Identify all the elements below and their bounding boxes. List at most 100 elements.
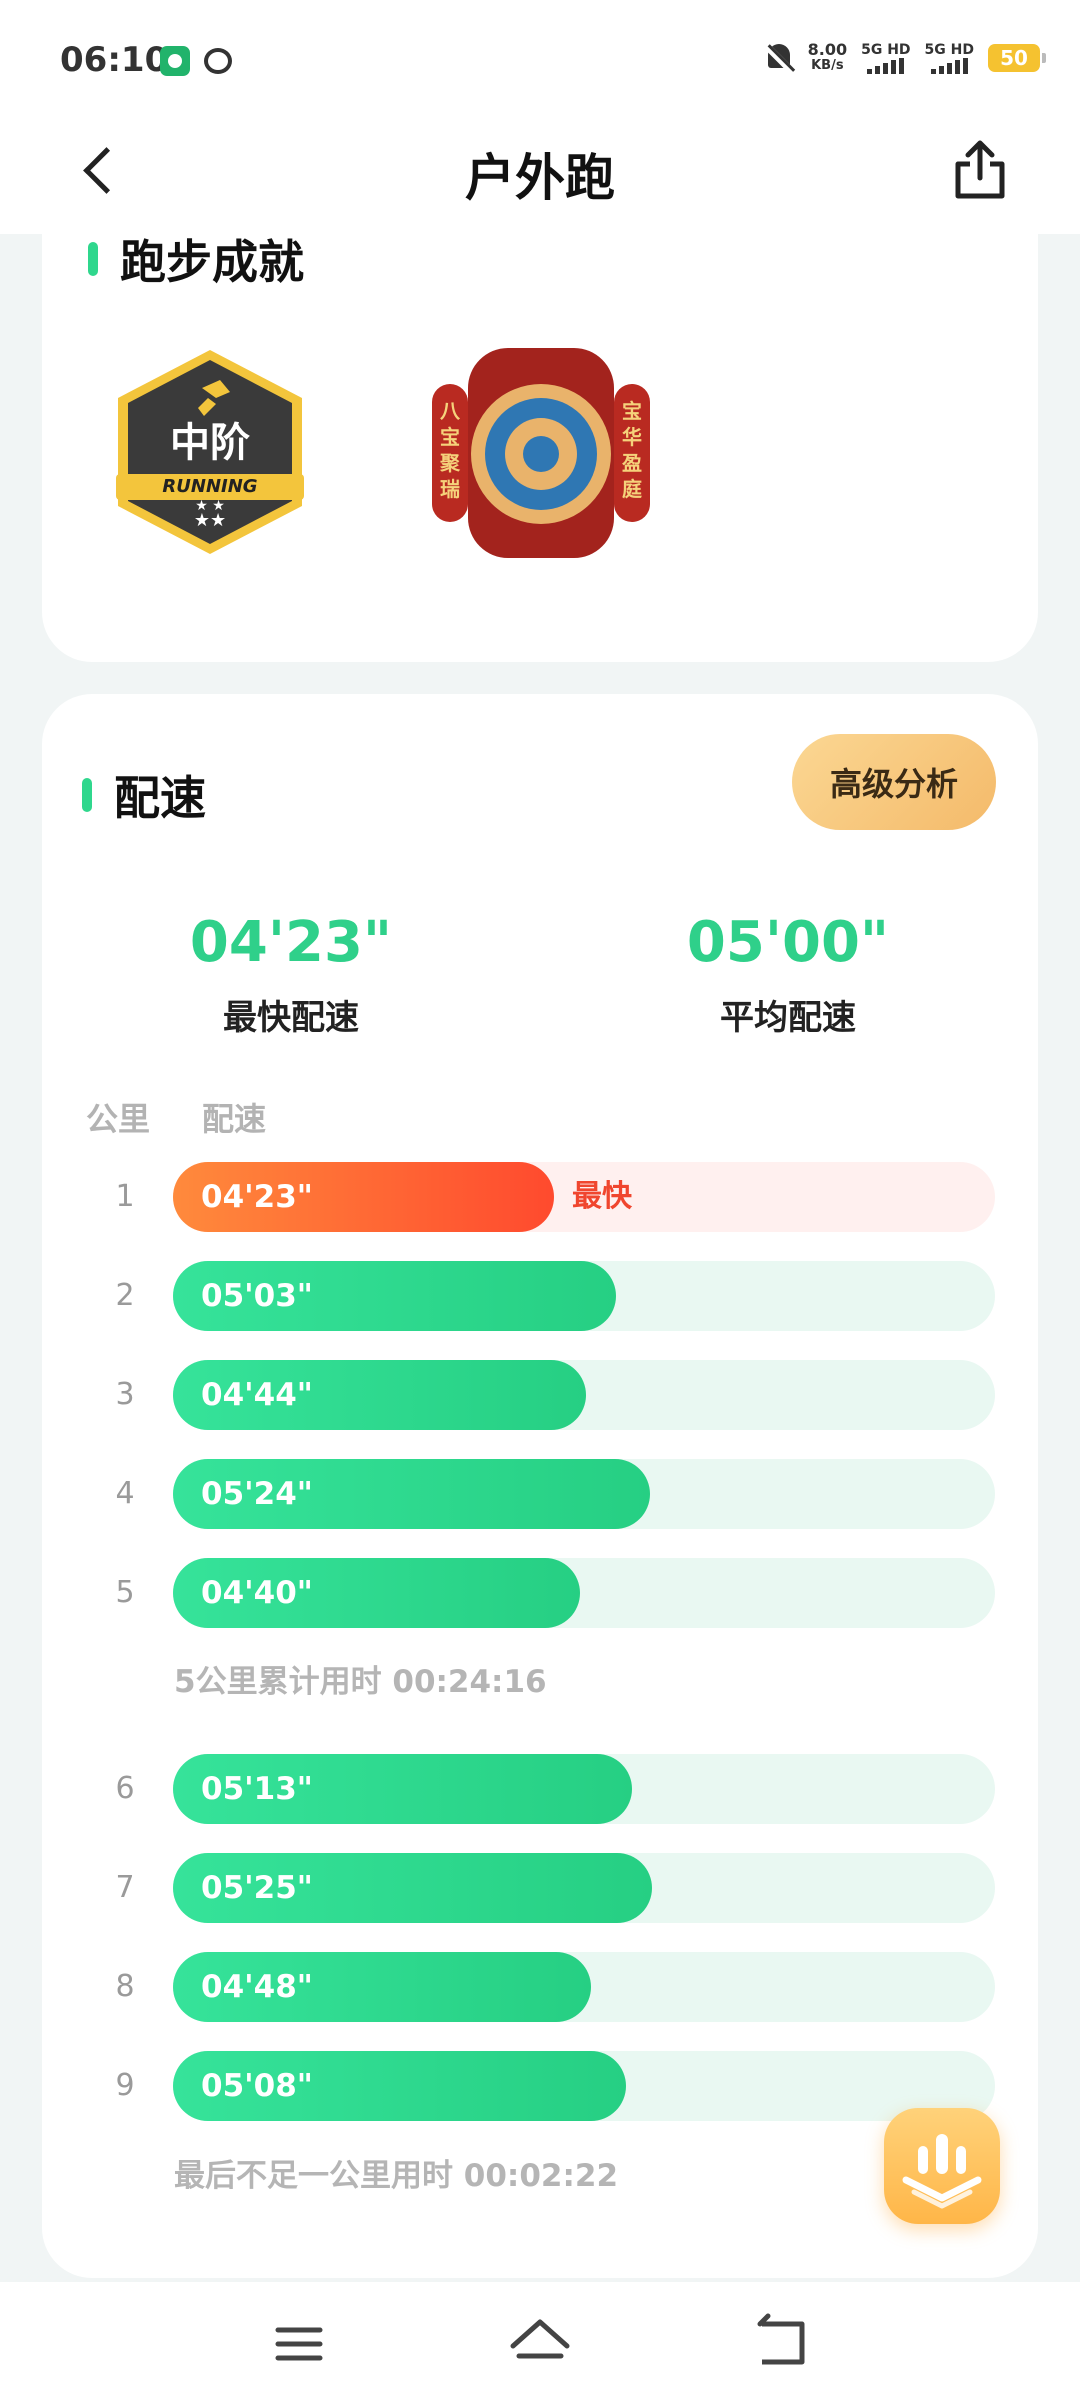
pace-value: 05'25" — [201, 1870, 313, 1906]
summary-5km: 5公里累计用时 00:24:16 — [174, 1656, 547, 1701]
pace-row: 7 05'25" — [0, 1853, 1080, 1923]
pace-row: 2 05'03" — [0, 1261, 1080, 1331]
pace-bar: 05'08" — [173, 2051, 626, 2121]
voice-broadcast-button[interactable] — [884, 2108, 1000, 2224]
app-notification-icon — [160, 46, 190, 76]
intermediate-running-badge[interactable]: ★ ★ 中阶 RUNNING ★★ — [110, 346, 310, 558]
system-nav-bar — [0, 2282, 1080, 2408]
pace-bar: 04'44" — [173, 1360, 586, 1430]
section-accent-bar — [82, 778, 92, 812]
pace-value: 05'13" — [201, 1771, 313, 1807]
menu-icon — [275, 2327, 323, 2361]
pace-row: 8 04'48" — [0, 1952, 1080, 2022]
advanced-analysis-button[interactable]: 高级分析 — [792, 734, 996, 830]
row-km: 5 — [115, 1575, 135, 1610]
achievements-title: 跑步成就 — [88, 226, 304, 292]
signal-sim2: 5G HD — [925, 42, 974, 74]
section-accent-bar — [88, 242, 98, 276]
share-button[interactable] — [950, 138, 1010, 202]
pace-value: 05'03" — [201, 1278, 313, 1314]
badge-main-text: 中阶 — [170, 420, 250, 466]
pace-track: 05'03" — [173, 1261, 995, 1331]
signal-sim1: 5G HD — [861, 42, 911, 74]
home-button[interactable] — [505, 2312, 575, 2376]
badge-sub-text: RUNNING — [162, 476, 258, 497]
signal-bars-icon — [867, 58, 905, 74]
mute-bell-icon — [764, 42, 794, 74]
summary-last-value: 00:02:22 — [463, 2158, 619, 2194]
column-header-km: 公里 — [86, 1100, 151, 1138]
pace-track: 05'13" — [173, 1754, 995, 1824]
row-km: 1 — [115, 1179, 135, 1214]
voice-broadcast-icon — [902, 2134, 982, 2209]
return-button[interactable] — [746, 2312, 816, 2376]
pace-bar: 04'48" — [173, 1952, 591, 2022]
network-speed: 8.00 KB/s — [808, 42, 847, 74]
fastest-pace-label: 最快配速 — [223, 998, 359, 1038]
pace-bar: 05'25" — [173, 1853, 652, 1923]
pace-value: 04'44" — [201, 1377, 313, 1413]
status-time: 06:10 — [60, 40, 169, 80]
pace-value: 04'48" — [201, 1969, 313, 2005]
pace-track: 04'48" — [173, 1952, 995, 2022]
pace-track: 04'40" — [173, 1558, 995, 1628]
pace-bar: 05'13" — [173, 1754, 632, 1824]
pace-track: 04'23" 最快 — [173, 1162, 995, 1232]
column-header-pace: 配速 — [202, 1100, 267, 1138]
average-pace-label: 平均配速 — [720, 998, 856, 1038]
badge-stars: ★★ — [193, 510, 227, 531]
row-km: 4 — [115, 1476, 135, 1511]
app-header: 户外跑 — [0, 120, 1080, 234]
row-km: 3 — [115, 1377, 135, 1412]
battery-icon: 50 — [988, 44, 1046, 72]
fastest-tag: 最快 — [572, 1179, 632, 1214]
signal-bars-icon — [930, 58, 968, 74]
row-km: 6 — [115, 1771, 135, 1806]
pace-title: 配速 — [82, 762, 206, 828]
row-km: 8 — [115, 1969, 135, 2004]
pace-bar: 04'23" — [173, 1162, 554, 1232]
status-indicators: 8.00 KB/s 5G HD 5G HD 50 — [764, 42, 1046, 74]
row-km: 7 — [115, 1870, 135, 1905]
fastest-pace-value: 04'23" — [189, 910, 393, 975]
average-pace-value: 05'00" — [686, 910, 890, 975]
page-title: 户外跑 — [465, 149, 615, 207]
sync-notification-icon — [204, 48, 232, 74]
pace-row: 5 04'40" — [0, 1558, 1080, 1628]
signal-sim2-label: 5G HD — [924, 42, 974, 58]
pace-track: 05'24" — [173, 1459, 995, 1529]
pace-row: 6 05'13" — [0, 1754, 1080, 1824]
network-speed-unit: KB/s — [811, 58, 844, 73]
home-icon — [510, 2319, 570, 2359]
row-km: 9 — [115, 2068, 135, 2103]
pace-bar: 05'03" — [173, 1261, 616, 1331]
pace-title-text: 配速 — [114, 771, 206, 825]
pace-value: 05'08" — [201, 2068, 313, 2104]
pace-value: 05'24" — [201, 1476, 313, 1512]
menu-button[interactable] — [264, 2312, 334, 2376]
badge-right-text: 宝华盈庭 — [622, 399, 642, 501]
pace-value: 04'23" — [201, 1179, 313, 1215]
summary-5km-value: 00:24:16 — [392, 1664, 547, 1700]
pace-row: 3 04'44" — [0, 1360, 1080, 1430]
pace-value: 04'40" — [201, 1575, 313, 1611]
return-icon — [757, 2313, 805, 2365]
achievements-title-text: 跑步成就 — [120, 235, 304, 289]
pace-track: 04'44" — [173, 1360, 995, 1430]
summary-last-label: 最后不足一公里用时 — [174, 2158, 453, 2194]
badge-left-text: 八宝聚瑞 — [440, 399, 460, 501]
signal-sim1-label: 5G HD — [861, 42, 911, 58]
share-icon — [955, 140, 1005, 199]
pace-track: 05'25" — [173, 1853, 995, 1923]
network-speed-value: 8.00 — [807, 40, 848, 59]
pace-row: 1 04'23" 最快 — [0, 1162, 1080, 1232]
pace-track: 05'08" — [173, 2051, 995, 2121]
summary-last: 最后不足一公里用时 00:02:22 — [174, 2150, 618, 2195]
summary-5km-label: 5公里累计用时 — [174, 1664, 382, 1700]
pace-bar: 04'40" — [173, 1558, 580, 1628]
treasure-badge[interactable]: 八宝聚瑞 宝华盈庭 — [430, 344, 652, 562]
status-bar: 06:10 8.00 KB/s 5G HD 5G HD 50 — [0, 0, 1080, 120]
pace-row: 4 05'24" — [0, 1459, 1080, 1529]
pace-bar: 05'24" — [173, 1459, 650, 1529]
row-km: 2 — [115, 1278, 135, 1313]
